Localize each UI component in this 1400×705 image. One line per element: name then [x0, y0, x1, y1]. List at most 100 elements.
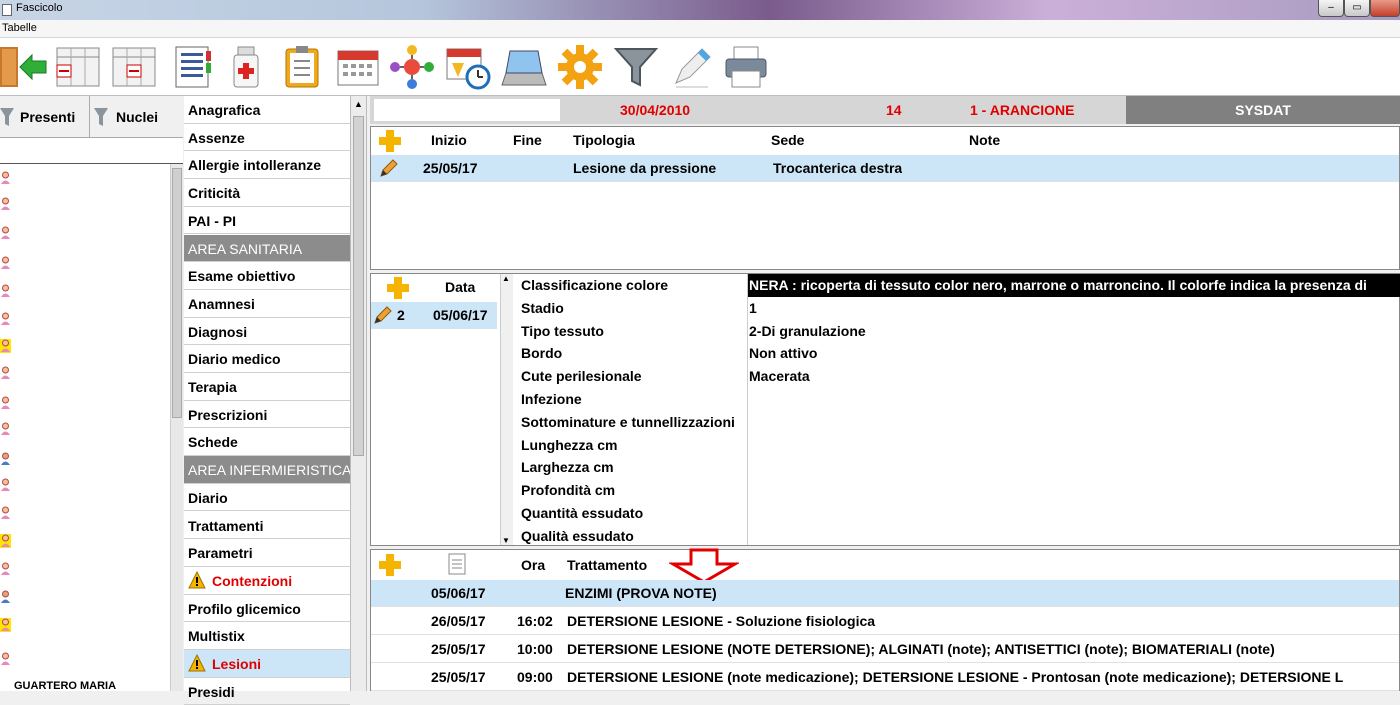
nav-item-diario[interactable]: Diario — [184, 484, 350, 512]
detail-label: Qualità essudato — [521, 527, 634, 544]
treatment-row[interactable]: 26/05/17 16:02 DETERSIONE LESIONE - Soluzi… — [371, 608, 1399, 635]
detail-value[interactable]: NERA : ricoperta di tessuto color nero, … — [749, 274, 1400, 297]
col-tipologia[interactable]: Tipologia — [573, 127, 635, 153]
maximize-button[interactable]: ▭ — [1344, 0, 1370, 17]
nav-item-profilo-glicemico[interactable]: Profilo glicemico — [184, 595, 350, 623]
nav-item-diario-medico[interactable]: Diario medico — [184, 345, 350, 373]
calendar-clock-icon[interactable] — [444, 43, 492, 91]
nav-item-terapia[interactable]: Terapia — [184, 373, 350, 401]
nav-item-label: Diagnosi — [188, 323, 248, 340]
grid-remove-icon[interactable] — [110, 43, 158, 91]
nav-item-schede[interactable]: Schede — [184, 428, 350, 457]
exit-icon[interactable] — [0, 43, 48, 91]
person-icon[interactable] — [0, 171, 11, 185]
detail-value[interactable]: Macerata — [749, 365, 1400, 388]
person-icon[interactable] — [0, 312, 11, 326]
list-icon[interactable] — [168, 43, 216, 91]
filter-icon[interactable] — [612, 43, 660, 91]
nav-item-anamnesi[interactable]: Anamnesi — [184, 290, 350, 318]
detail-label: Bordo — [521, 345, 563, 362]
person-icon[interactable] — [0, 197, 11, 211]
nav-item-parametri[interactable]: Parametri — [184, 539, 350, 567]
treatment-time: 16:02 — [517, 613, 553, 629]
treatment-row[interactable]: 25/05/17 10:00 DETERSIONE LESIONE (NOTE DE… — [371, 636, 1399, 663]
medicine-bottle-icon[interactable] — [222, 43, 270, 91]
nav-item-anagrafica[interactable]: Anagrafica — [184, 96, 350, 124]
notes-icon[interactable] — [447, 552, 469, 576]
person-icon[interactable] — [0, 226, 11, 240]
calendar-icon[interactable] — [334, 43, 382, 91]
edit-pencil-icon[interactable] — [373, 305, 393, 325]
col-inizio[interactable]: Inizio — [431, 127, 467, 153]
gear-icon[interactable] — [556, 43, 604, 91]
nav-item-trattamenti[interactable]: Trattamenti — [184, 512, 350, 540]
header-blank-field — [374, 99, 560, 121]
treatments-grid: Ora Trattamento 05/06/17 ENZIMI (PROVA NO… — [370, 548, 1400, 691]
nav-item-prescrizioni[interactable]: Prescrizioni — [184, 401, 350, 429]
add-lesion-button[interactable] — [377, 128, 403, 154]
add-treatment-button[interactable] — [377, 552, 403, 578]
menu-tabelle[interactable]: Tabelle — [2, 22, 37, 34]
treatment-row[interactable]: 05/06/17 ENZIMI (PROVA NOTE) — [371, 580, 1399, 607]
nav-item-presidi[interactable]: Presidi — [184, 678, 350, 705]
col-trattamento[interactable]: Trattamento — [567, 552, 647, 578]
person-icon[interactable] — [0, 506, 11, 520]
nav-item-multistix[interactable]: Multistix — [184, 622, 350, 650]
person-icon[interactable] — [0, 339, 11, 353]
person-icon[interactable] — [0, 562, 11, 576]
add-evaluation-button[interactable] — [385, 275, 411, 301]
nav-item-pai-pi[interactable]: PAI - PI — [184, 207, 350, 235]
person-icon[interactable] — [0, 256, 11, 270]
arrow-down-icon — [669, 548, 739, 584]
pen-icon[interactable] — [668, 43, 716, 91]
lesion-row[interactable]: 25/05/17 Lesione da pressione Trocanteri… — [371, 155, 1399, 182]
col-fine[interactable]: Fine — [513, 127, 542, 153]
tab-presenti[interactable]: Presenti — [0, 96, 90, 138]
col-data[interactable]: Data — [445, 274, 475, 300]
printer-icon[interactable] — [722, 43, 770, 91]
edit-pencil-icon[interactable] — [379, 158, 399, 178]
detail-label: Stadio — [521, 299, 564, 316]
col-ora[interactable]: Ora — [521, 552, 545, 578]
nav-scrollbar[interactable]: ▲ — [350, 96, 367, 691]
person-icon[interactable] — [0, 590, 11, 604]
evaluation-scrollbar[interactable]: ▲ ▼ — [500, 274, 513, 545]
minimize-button[interactable]: – — [1318, 0, 1344, 17]
nav-item-esame-obiettivo[interactable]: Esame obiettivo — [184, 262, 350, 290]
person-icon[interactable] — [0, 284, 11, 298]
detail-value[interactable]: Non attivo — [749, 342, 1400, 365]
patient-list-scrollbar[interactable] — [170, 164, 183, 691]
col-sede[interactable]: Sede — [771, 127, 804, 153]
patient-search-input[interactable] — [0, 138, 183, 164]
person-icon[interactable] — [0, 618, 11, 632]
grid-remove-icon[interactable] — [54, 43, 102, 91]
nav-item-allergie-intolleranze[interactable]: Allergie intolleranze — [184, 151, 350, 180]
header-number: 14 — [886, 102, 902, 118]
detail-label: Classificazione colore — [521, 277, 669, 293]
person-icon[interactable] — [0, 478, 11, 492]
col-note[interactable]: Note — [969, 127, 1000, 153]
person-icon[interactable] — [0, 422, 11, 436]
warning-icon — [188, 570, 206, 589]
clipboard-icon[interactable] — [278, 43, 326, 91]
nav-item-criticit-[interactable]: Criticità — [184, 179, 350, 207]
nav-item-assenze[interactable]: Assenze — [184, 124, 350, 152]
app-icon — [2, 4, 12, 16]
nav-item-diagnosi[interactable]: Diagnosi — [184, 318, 350, 346]
network-icon[interactable] — [388, 43, 436, 91]
person-icon[interactable] — [0, 366, 11, 380]
person-icon[interactable] — [0, 452, 11, 466]
patient-name[interactable]: GUARTERO MARIA — [14, 680, 164, 691]
detail-value[interactable]: 1 — [749, 297, 1400, 320]
nav-item-lesioni[interactable]: Lesioni — [184, 650, 350, 678]
treatment-row[interactable]: 25/05/17 09:00 DETERSIONE LESIONE (note me… — [371, 664, 1399, 691]
person-icon[interactable] — [0, 534, 11, 548]
close-button[interactable] — [1370, 0, 1400, 17]
person-icon[interactable] — [0, 652, 11, 666]
nav-item-contenzioni[interactable]: Contenzioni — [184, 567, 350, 595]
detail-value[interactable]: 2-Di granulazione — [749, 320, 1400, 343]
scanner-icon[interactable] — [500, 43, 548, 91]
evaluation-row[interactable]: 2 05/06/17 — [371, 302, 497, 329]
person-icon[interactable] — [0, 396, 11, 410]
tab-nuclei[interactable]: Nuclei — [90, 96, 183, 138]
